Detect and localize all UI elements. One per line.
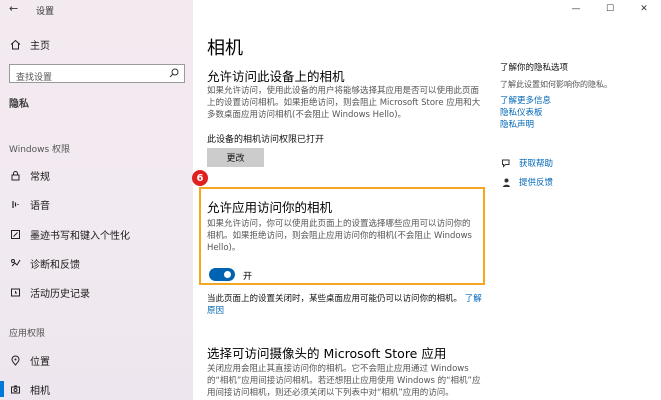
app-access-desc: 如果允许访问，你可以使用此页面上的设置选择哪些应用可以访问你的相机。如果拒绝访问… [207, 219, 472, 253]
nav-inking-label: 墨迹书写和键入个性化 [30, 230, 130, 242]
page-title: 相机 [207, 38, 243, 59]
location-icon [9, 354, 21, 366]
privacy-statement-link[interactable]: 隐私声明 [500, 118, 534, 130]
get-help-label: 获取帮助 [519, 159, 554, 169]
desktop-apps-note: 当此页面上的设置关闭时，某些桌面应用可能仍可以访问你的相机。 了解原因 [207, 293, 487, 317]
learn-more-link[interactable]: 了解更多信息 [500, 94, 551, 106]
search-icon[interactable] [169, 68, 179, 78]
nav-camera-label: 相机 [30, 385, 50, 397]
window-controls: — ☐ ✕ [559, 0, 661, 18]
nav-location[interactable]: 位置 [9, 351, 50, 369]
note-text: 当此页面上的设置关闭时，某些桌面应用可能仍可以访问你的相机。 [207, 294, 463, 304]
close-button[interactable]: ✕ [627, 0, 661, 18]
nav-speech[interactable]: 语音 [9, 195, 50, 213]
feedback-person-icon [500, 176, 512, 188]
nav-activity-history-label: 活动历史记录 [30, 288, 90, 300]
nav-speech-label: 语音 [30, 200, 50, 212]
sidebar: ← 设置 主页 隐私 Windows 权限 常规 语音 墨迹书写和键入个性化 诊… [0, 0, 193, 400]
nav-general-label: 常规 [30, 171, 50, 183]
search-box[interactable] [9, 64, 185, 87]
store-apps-heading: 选择可访问摄像头的 Microsoft Store 应用 [207, 346, 447, 361]
nav-diagnostics[interactable]: 诊断和反馈 [9, 254, 80, 272]
window-title: 设置 [36, 7, 55, 17]
toggle-knob [224, 271, 231, 278]
privacy-dashboard-link[interactable]: 隐私仪表板 [500, 106, 543, 118]
camera-icon [9, 383, 21, 395]
nav-diagnostics-label: 诊断和反馈 [30, 259, 80, 271]
help-icon [500, 157, 512, 169]
app-access-toggle[interactable] [209, 268, 235, 281]
nav-activity-history[interactable]: 活动历史记录 [9, 283, 90, 301]
give-feedback-link[interactable]: 提供反馈 [500, 176, 553, 188]
privacy-options-title: 了解你的隐私选项 [500, 63, 569, 73]
home-icon [9, 38, 21, 50]
nav-home[interactable]: 主页 [9, 35, 50, 53]
nav-camera[interactable]: 相机 [9, 380, 50, 398]
nav-general[interactable]: 常规 [9, 166, 50, 184]
minimize-button[interactable]: — [559, 0, 593, 18]
device-access-heading: 允许访问此设备上的相机 [207, 69, 345, 84]
device-access-desc: 如果允许访问，使用此设备的用户将能够选择其应用是否可以使用此页面上的设置访问相机… [207, 86, 481, 120]
group-windows-permissions: Windows 权限 [9, 145, 71, 155]
selected-indicator [0, 381, 4, 397]
app-access-heading: 允许应用访问你的相机 [207, 200, 333, 215]
get-help-link[interactable]: 获取帮助 [500, 157, 553, 169]
nav-home-label: 主页 [30, 40, 50, 52]
lock-icon [9, 169, 21, 181]
speech-icon [9, 198, 21, 210]
main-content: — ☐ ✕ 相机 允许访问此设备上的相机 如果允许访问，使用此设备的用户将能够选… [192, 0, 661, 400]
nav-location-label: 位置 [30, 356, 50, 368]
back-arrow-icon[interactable]: ← [9, 2, 18, 15]
pen-icon [9, 228, 21, 240]
step-badge: 6 [192, 170, 208, 186]
nav-inking[interactable]: 墨迹书写和键入个性化 [9, 225, 130, 243]
group-app-permissions: 应用权限 [9, 329, 46, 339]
device-access-status: 此设备的相机访问权限已打开 [207, 135, 325, 145]
privacy-options-desc: 了解此设置如何影响你的隐私。 [500, 80, 612, 89]
feedback-icon [9, 257, 21, 269]
give-feedback-label: 提供反馈 [519, 178, 554, 188]
maximize-button[interactable]: ☐ [593, 0, 627, 18]
history-icon [9, 286, 21, 298]
toggle-state-label: 开 [243, 272, 253, 282]
store-apps-desc: 关闭应用会阻止其直接访问你的相机。它不会阻止应用通过 Windows 的“相机”… [207, 364, 481, 398]
section-title: 隐私 [9, 99, 29, 110]
change-button[interactable]: 更改 [207, 148, 264, 167]
search-input[interactable] [10, 69, 160, 87]
